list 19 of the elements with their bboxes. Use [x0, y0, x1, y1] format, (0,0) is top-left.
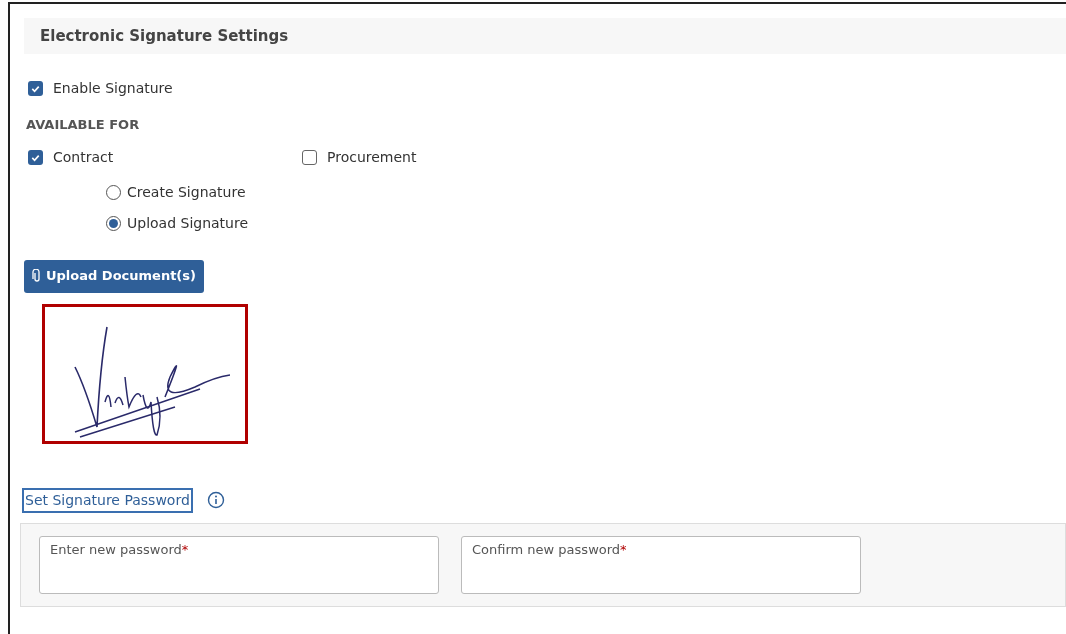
checkbox-label: Procurement	[327, 147, 417, 167]
checkmark-icon	[30, 83, 41, 94]
section-header: Electronic Signature Settings	[24, 18, 1066, 54]
checkbox-label: Contract	[53, 147, 114, 167]
radio-button[interactable]	[106, 215, 121, 231]
checkbox[interactable]	[28, 81, 43, 96]
section-label: AVAILABLE FOR	[26, 116, 141, 134]
checkbox[interactable]	[302, 149, 317, 165]
checkbox[interactable]	[28, 149, 43, 165]
checkbox-label: Enable Signature	[53, 79, 173, 98]
password-field[interactable]: Enter new password*	[39, 535, 439, 594]
info-icon	[206, 491, 225, 509]
password-field[interactable]: Confirm new password*	[461, 535, 861, 594]
radio-button[interactable]	[106, 184, 121, 200]
paperclip-icon	[32, 269, 42, 283]
upload-button[interactable]: Upload Document(s)	[24, 259, 204, 293]
radio-label: Create Signature	[127, 182, 246, 202]
set-password-link[interactable]: Set Signature Password	[22, 487, 193, 513]
radio-label: Upload Signature	[127, 213, 249, 233]
